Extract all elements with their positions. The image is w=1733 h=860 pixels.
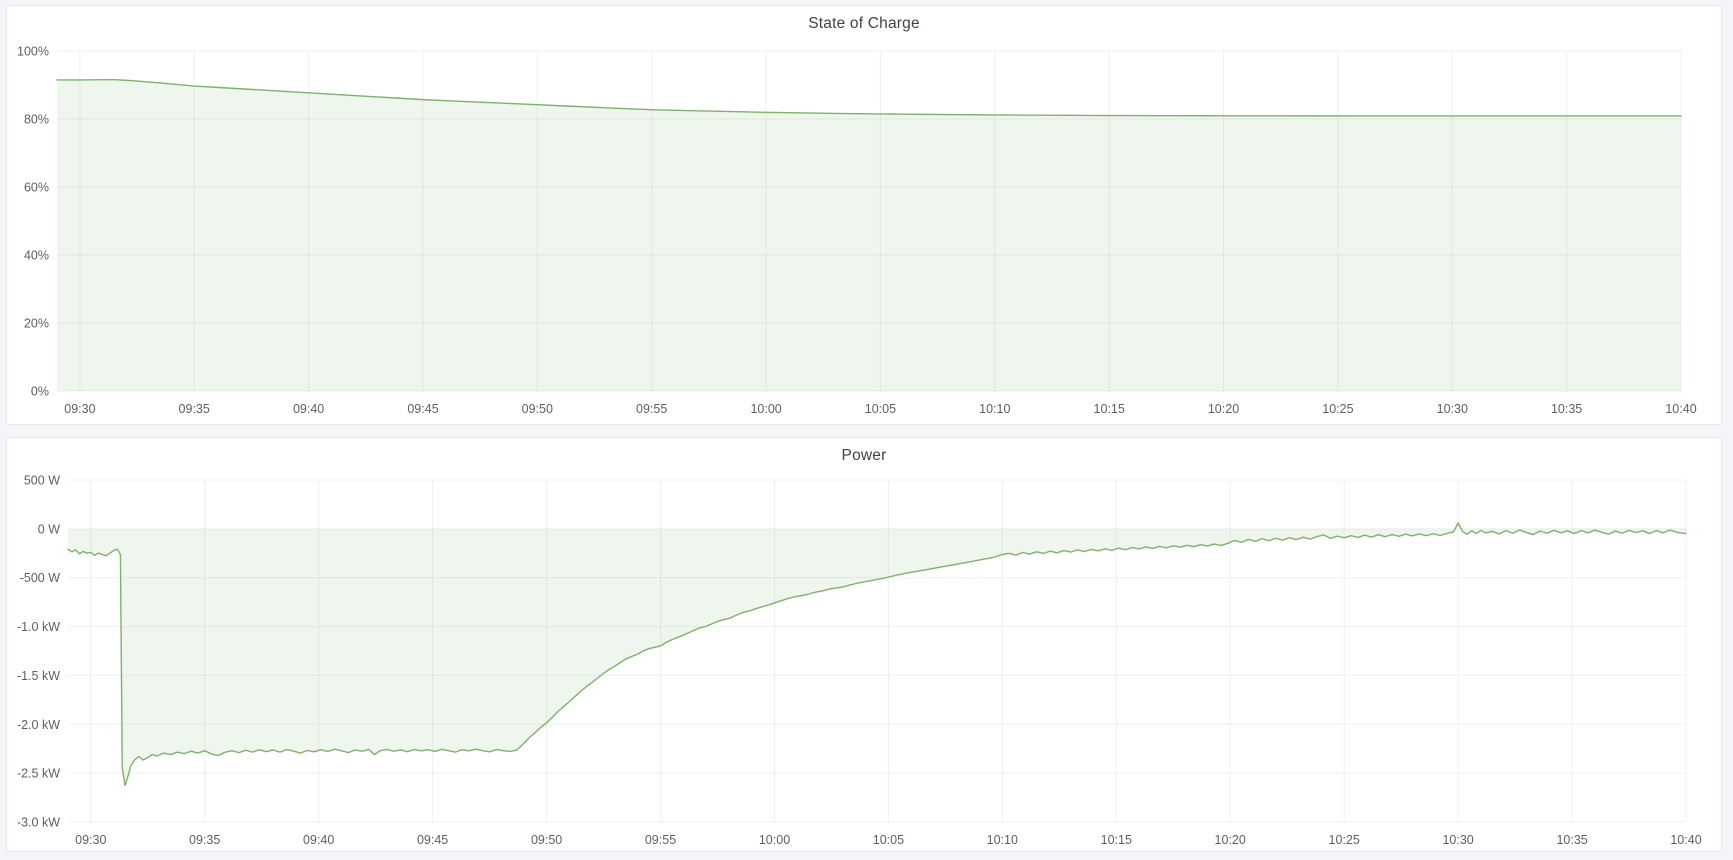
x-tick-label: 10:30 bbox=[1437, 402, 1468, 416]
x-tick-label: 10:20 bbox=[1208, 402, 1239, 416]
y-tick-label: 60% bbox=[24, 181, 49, 195]
x-tick-label: 10:25 bbox=[1329, 833, 1360, 847]
x-tick-label: 10:35 bbox=[1551, 402, 1582, 416]
power-chart[interactable]: 500 W 0 W -500 W -1.0 kW -1.5 kW -2.0 kW -2.5 … bbox=[7, 438, 1721, 851]
y-tick-label: 20% bbox=[24, 317, 49, 331]
x-tick-label: 09:40 bbox=[303, 833, 334, 847]
x-tick-label: 10:10 bbox=[979, 402, 1010, 416]
x-tick-label: 10:40 bbox=[1665, 402, 1696, 416]
x-tick-label: 10:30 bbox=[1442, 833, 1473, 847]
x-tick-label: 10:15 bbox=[1101, 833, 1132, 847]
y-tick-label: 0 W bbox=[38, 522, 60, 536]
x-tick-label: 09:45 bbox=[417, 833, 448, 847]
x-tick-label: 09:30 bbox=[64, 402, 95, 416]
y-tick-label: 100% bbox=[17, 45, 49, 59]
y-tick-label: 40% bbox=[24, 249, 49, 263]
x-tick-label: 10:25 bbox=[1322, 402, 1353, 416]
y-tick-label: 80% bbox=[24, 113, 49, 127]
state-of-charge-panel: State of Charge 0%20%40%60%80%100%09:300… bbox=[6, 5, 1722, 425]
state-of-charge-area bbox=[57, 80, 1681, 391]
y-tick-label: -500 W bbox=[20, 571, 60, 585]
x-tick-label: 10:20 bbox=[1215, 833, 1246, 847]
y-tick-label: -1.0 kW bbox=[17, 620, 60, 634]
y-tick-label: -3.0 kW bbox=[17, 816, 60, 830]
x-tick-label: 10:10 bbox=[987, 833, 1018, 847]
x-tick-label: 09:50 bbox=[531, 833, 562, 847]
state-of-charge-chart[interactable]: 0% 20% 40% 60% 80% 100% 09:30 09:35 09:40 09:45 09… bbox=[7, 6, 1721, 424]
power-panel: Power 500 W0 W-500 W-1.0 kW-1.5 kW-2.0 k… bbox=[6, 437, 1722, 852]
power-area bbox=[68, 523, 1686, 786]
x-tick-label: 10:05 bbox=[873, 833, 904, 847]
x-tick-label: 09:40 bbox=[293, 402, 324, 416]
dashboard-page: { "accent_color": "#7eb26d", "fill_color… bbox=[0, 0, 1733, 860]
x-tick-label: 10:05 bbox=[865, 402, 896, 416]
x-tick-label: 09:55 bbox=[645, 833, 676, 847]
y-tick-label: -2.5 kW bbox=[17, 767, 60, 781]
y-tick-label: 0% bbox=[31, 385, 49, 399]
y-tick-label: -1.5 kW bbox=[17, 669, 60, 683]
x-tick-label: 09:30 bbox=[75, 833, 106, 847]
x-tick-label: 09:35 bbox=[189, 833, 220, 847]
x-tick-label: 10:35 bbox=[1556, 833, 1587, 847]
x-tick-label: 10:15 bbox=[1094, 402, 1125, 416]
x-tick-label: 09:50 bbox=[522, 402, 553, 416]
x-tick-label: 10:00 bbox=[759, 833, 790, 847]
x-tick-label: 09:45 bbox=[407, 402, 438, 416]
x-tick-label: 09:35 bbox=[179, 402, 210, 416]
y-tick-label: -2.0 kW bbox=[17, 718, 60, 732]
x-tick-label: 10:40 bbox=[1670, 833, 1701, 847]
y-tick-label: 500 W bbox=[24, 474, 60, 488]
x-tick-label: 10:00 bbox=[750, 402, 781, 416]
x-tick-label: 09:55 bbox=[636, 402, 667, 416]
